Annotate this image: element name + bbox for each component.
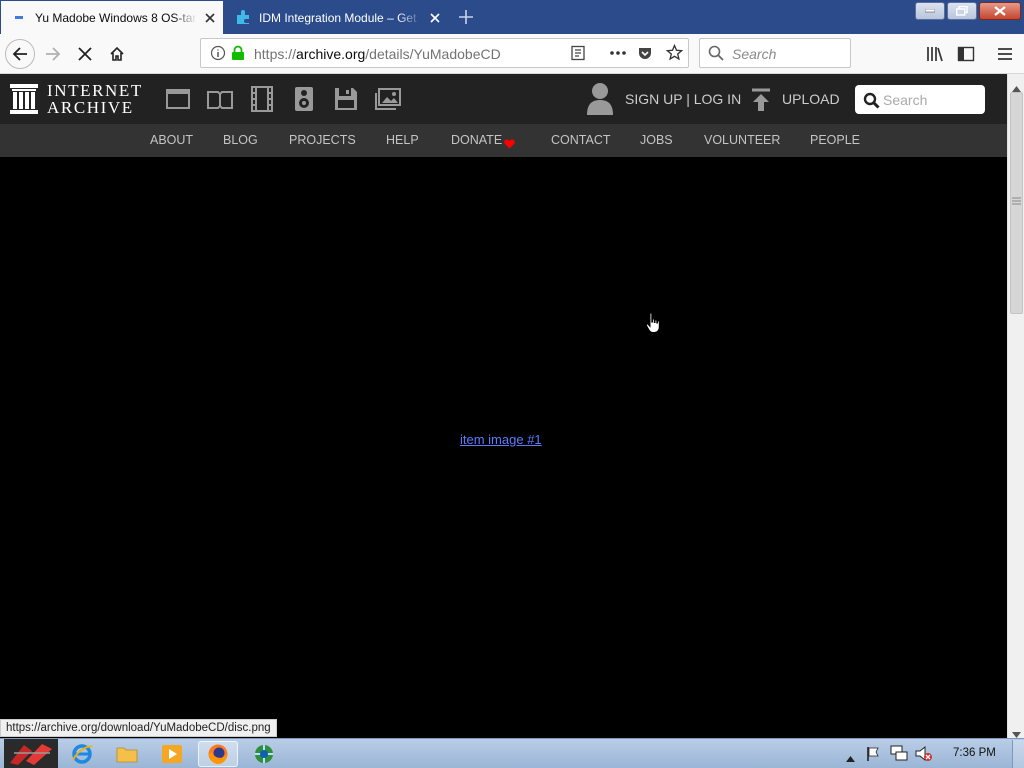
item-image-viewer: item image #1 [0,157,1007,720]
search-placeholder: Search [732,46,777,62]
nav-about[interactable]: ABOUT [150,133,193,147]
ia-logo-text[interactable]: INTERNET ARCHIVE [47,82,143,116]
tab-yu-madobe[interactable]: Yu Madobe Windows 8 OS-tan [1,1,223,34]
nav-volunteer[interactable]: VOLUNTEER [704,133,780,147]
new-tab-icon[interactable] [452,3,480,31]
minimize-button[interactable] [915,2,945,20]
images-icon[interactable] [375,86,401,112]
nav-help[interactable]: HELP [386,133,419,147]
scrollbar-thumb[interactable] [1010,92,1023,314]
search-icon [708,45,724,66]
nav-blog[interactable]: BLOG [223,133,258,147]
nav-contact[interactable]: CONTACT [551,133,611,147]
hand-cursor-icon [645,312,663,339]
sidebar-toggle-icon[interactable] [951,39,981,69]
tab-strip: Yu Madobe Windows 8 OS-tan IDM Integrati… [0,0,1024,34]
close-window-button[interactable] [979,2,1021,20]
user-avatar-icon[interactable] [586,82,614,121]
heart-icon[interactable] [504,136,515,154]
upload-icon[interactable] [751,88,771,117]
nav-people[interactable]: PEOPLE [810,133,860,147]
close-tab-icon[interactable] [422,5,448,31]
home-button[interactable] [102,39,132,69]
search-icon[interactable] [863,92,880,114]
signup-login-link[interactable]: SIGN UP | LOG IN [625,91,741,107]
navigation-toolbar: https://archive.org/details/YuMadobeCD S… [0,34,1024,74]
ia-subnav: ABOUT BLOG PROJECTS HELP DONATE CONTACT … [0,124,1007,157]
lock-icon[interactable] [231,45,245,66]
back-button[interactable] [5,39,35,69]
vertical-scrollbar[interactable] [1007,74,1024,738]
audio-icon[interactable] [291,86,317,112]
file-explorer-icon[interactable] [107,741,147,767]
window-controls [915,2,1021,20]
page-actions-icon[interactable] [609,45,627,66]
software-icon[interactable] [333,86,359,112]
tab-title: IDM Integration Module – Get [259,10,417,25]
ia-search-input[interactable]: Search [855,85,985,114]
status-bar: https://archive.org/download/YuMadobeCD/… [0,719,277,737]
texts-icon[interactable] [207,86,233,112]
nav-jobs[interactable]: JOBS [640,133,673,147]
loading-icon [11,10,27,26]
taskbar-clock[interactable]: 7:36 PM [953,747,996,759]
reader-view-icon[interactable] [570,45,586,66]
browser-search-field[interactable]: Search [699,38,851,68]
ia-header: INTERNET ARCHIVE SIGN UP | LOG IN UPLOAD [0,74,1007,124]
close-tab-icon[interactable] [197,5,223,31]
ia-logo-icon[interactable] [10,84,38,119]
network-app-icon[interactable] [244,741,284,767]
media-player-icon[interactable] [152,741,192,767]
show-desktop-button[interactable] [1012,740,1024,768]
bookmark-star-icon[interactable] [665,43,684,66]
forward-button[interactable] [38,39,68,69]
volume-muted-icon[interactable] [915,745,933,767]
web-icon[interactable] [165,86,191,112]
stop-button[interactable] [70,39,100,69]
nav-donate[interactable]: DONATE [451,133,502,147]
tab-title: Yu Madobe Windows 8 OS-tan [35,10,197,25]
library-icon[interactable] [920,39,950,69]
show-hidden-icons-icon[interactable] [846,749,855,767]
browser-window: Yu Madobe Windows 8 OS-tan IDM Integrati… [0,0,1024,768]
windows-taskbar: 7:36 PM [0,738,1024,768]
info-icon[interactable] [210,45,226,66]
tab-idm-integration[interactable]: IDM Integration Module – Get [225,1,448,34]
menu-icon[interactable] [990,39,1020,69]
network-status-icon[interactable] [890,745,908,767]
restore-button[interactable] [947,2,977,20]
nav-projects[interactable]: PROJECTS [289,133,356,147]
firefox-icon[interactable] [198,741,238,767]
internet-explorer-icon[interactable] [62,741,102,767]
address-bar[interactable]: https://archive.org/details/YuMadobeCD [200,38,689,68]
ia-search-placeholder: Search [883,92,928,108]
url-text: https://archive.org/details/YuMadobeCD [254,46,501,62]
upload-link[interactable]: UPLOAD [782,91,840,107]
pocket-icon[interactable] [637,45,653,66]
item-image-link[interactable]: item image #1 [460,432,542,447]
action-center-flag-icon[interactable] [866,746,880,767]
puzzle-icon [235,9,251,26]
start-button-icon[interactable] [4,739,58,768]
video-icon[interactable] [249,86,275,112]
